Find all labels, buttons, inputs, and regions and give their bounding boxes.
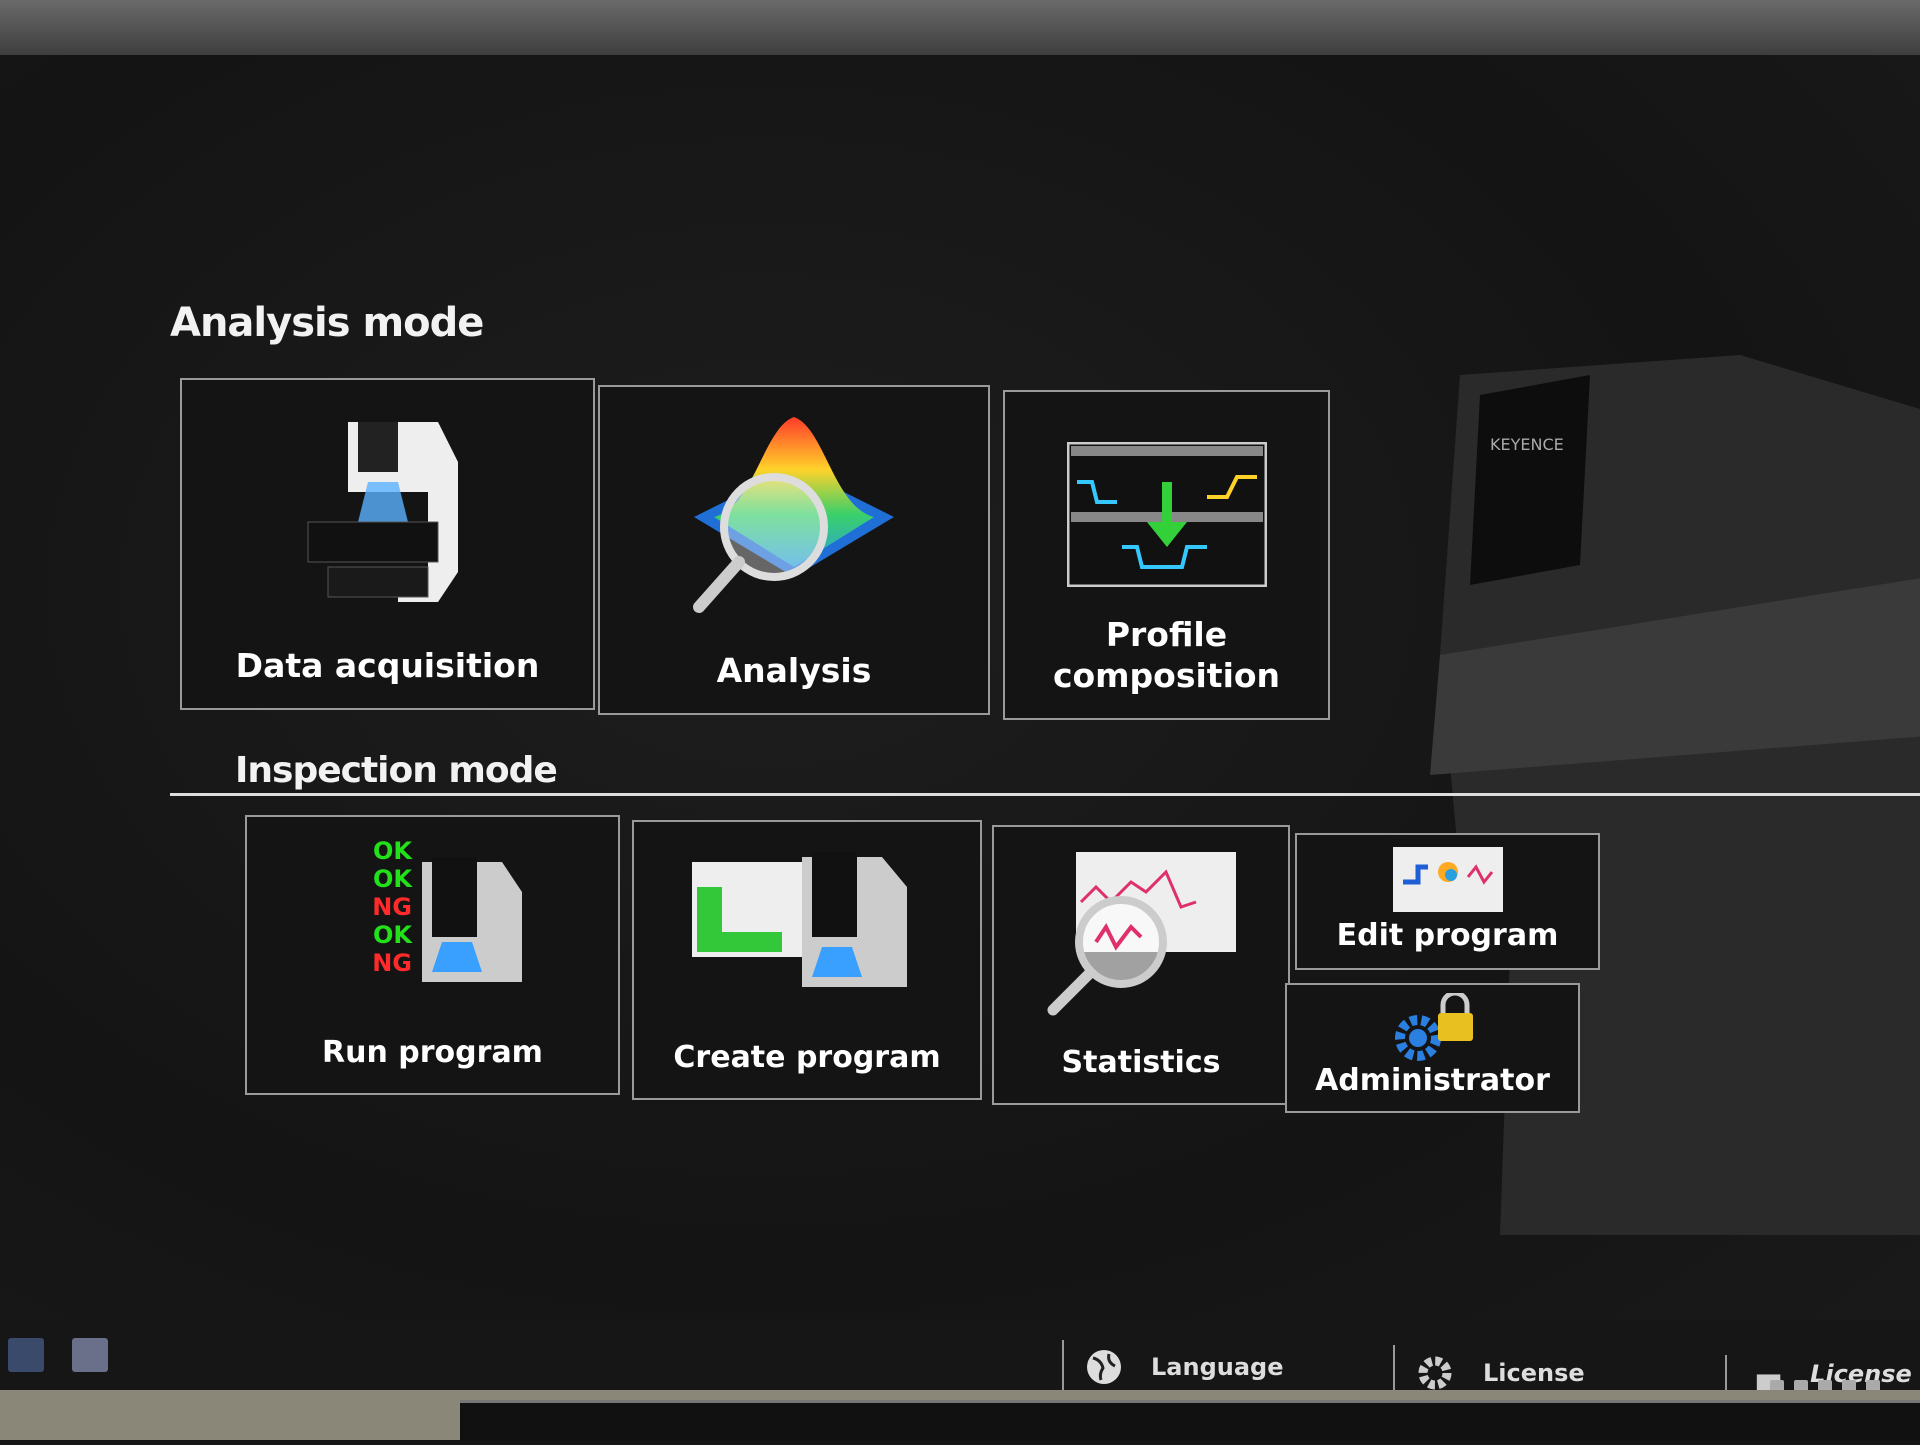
- status-ng: NG: [372, 949, 412, 977]
- monitor-frame: [460, 1400, 1920, 1440]
- gear-icon: [1418, 1356, 1452, 1390]
- tile-label: Statistics: [1061, 1044, 1221, 1080]
- license-button[interactable]: License: [1415, 1353, 1585, 1393]
- gear-lock-icon: [1394, 993, 1473, 1061]
- chart-magnifier-icon: [1047, 852, 1236, 1016]
- tile-data-acquisition[interactable]: Data acquisition: [180, 378, 595, 710]
- brand-text: KEYENCE: [1490, 435, 1564, 454]
- tile-label: Administrator: [1315, 1062, 1550, 1098]
- inspection-mode-title: Inspection mode: [235, 750, 558, 791]
- analysis-mode-title: Analysis mode: [170, 300, 484, 346]
- tile-label: Create program: [673, 1039, 941, 1075]
- tile-administrator[interactable]: Administrator: [1285, 983, 1580, 1113]
- status-ng: NG: [372, 893, 412, 921]
- screen: KEYENCE Analysis mode Data acquisition A…: [0, 55, 1920, 1445]
- status-ok: OK: [373, 837, 412, 865]
- taskbar-app-icon[interactable]: [72, 1338, 108, 1372]
- tile-label: Run program: [322, 1034, 543, 1070]
- tile-label: Data acquisition: [235, 645, 540, 685]
- language-button[interactable]: Language: [1085, 1348, 1284, 1386]
- edit-program-icon: [1392, 847, 1503, 912]
- language-label: Language: [1151, 1353, 1284, 1381]
- tile-analysis[interactable]: Analysis: [598, 385, 990, 715]
- profile-composition-icon: [1066, 442, 1267, 587]
- tile-label: Profile composition: [1052, 614, 1281, 695]
- tile-run-program[interactable]: OK OK NG OK NG Run program: [245, 815, 620, 1095]
- taskbar: [0, 1330, 130, 1380]
- tile-label: Edit program: [1336, 917, 1559, 953]
- tile-label: Analysis: [716, 650, 872, 690]
- chart-microscope-icon: [692, 852, 907, 987]
- section-divider: [170, 793, 1920, 796]
- tile-statistics[interactable]: Statistics: [992, 825, 1290, 1105]
- status-ok: OK: [373, 865, 412, 893]
- microscope-icon: [422, 857, 522, 982]
- ok-ng-list: OK OK NG OK NG: [322, 837, 412, 977]
- status-ok: OK: [373, 921, 412, 949]
- tile-profile-composition[interactable]: Profile composition: [1003, 390, 1330, 720]
- taskbar-app-icon[interactable]: [8, 1338, 44, 1372]
- tile-create-program[interactable]: Create program: [632, 820, 982, 1100]
- tile-edit-program[interactable]: Edit program: [1295, 833, 1600, 970]
- 3d-surface-magnifier-icon: [693, 417, 894, 613]
- monitor-bezel-top: [0, 0, 1920, 60]
- license-label: License: [1483, 1359, 1585, 1387]
- globe-icon: [1087, 1350, 1121, 1384]
- microscope-icon: [307, 422, 458, 602]
